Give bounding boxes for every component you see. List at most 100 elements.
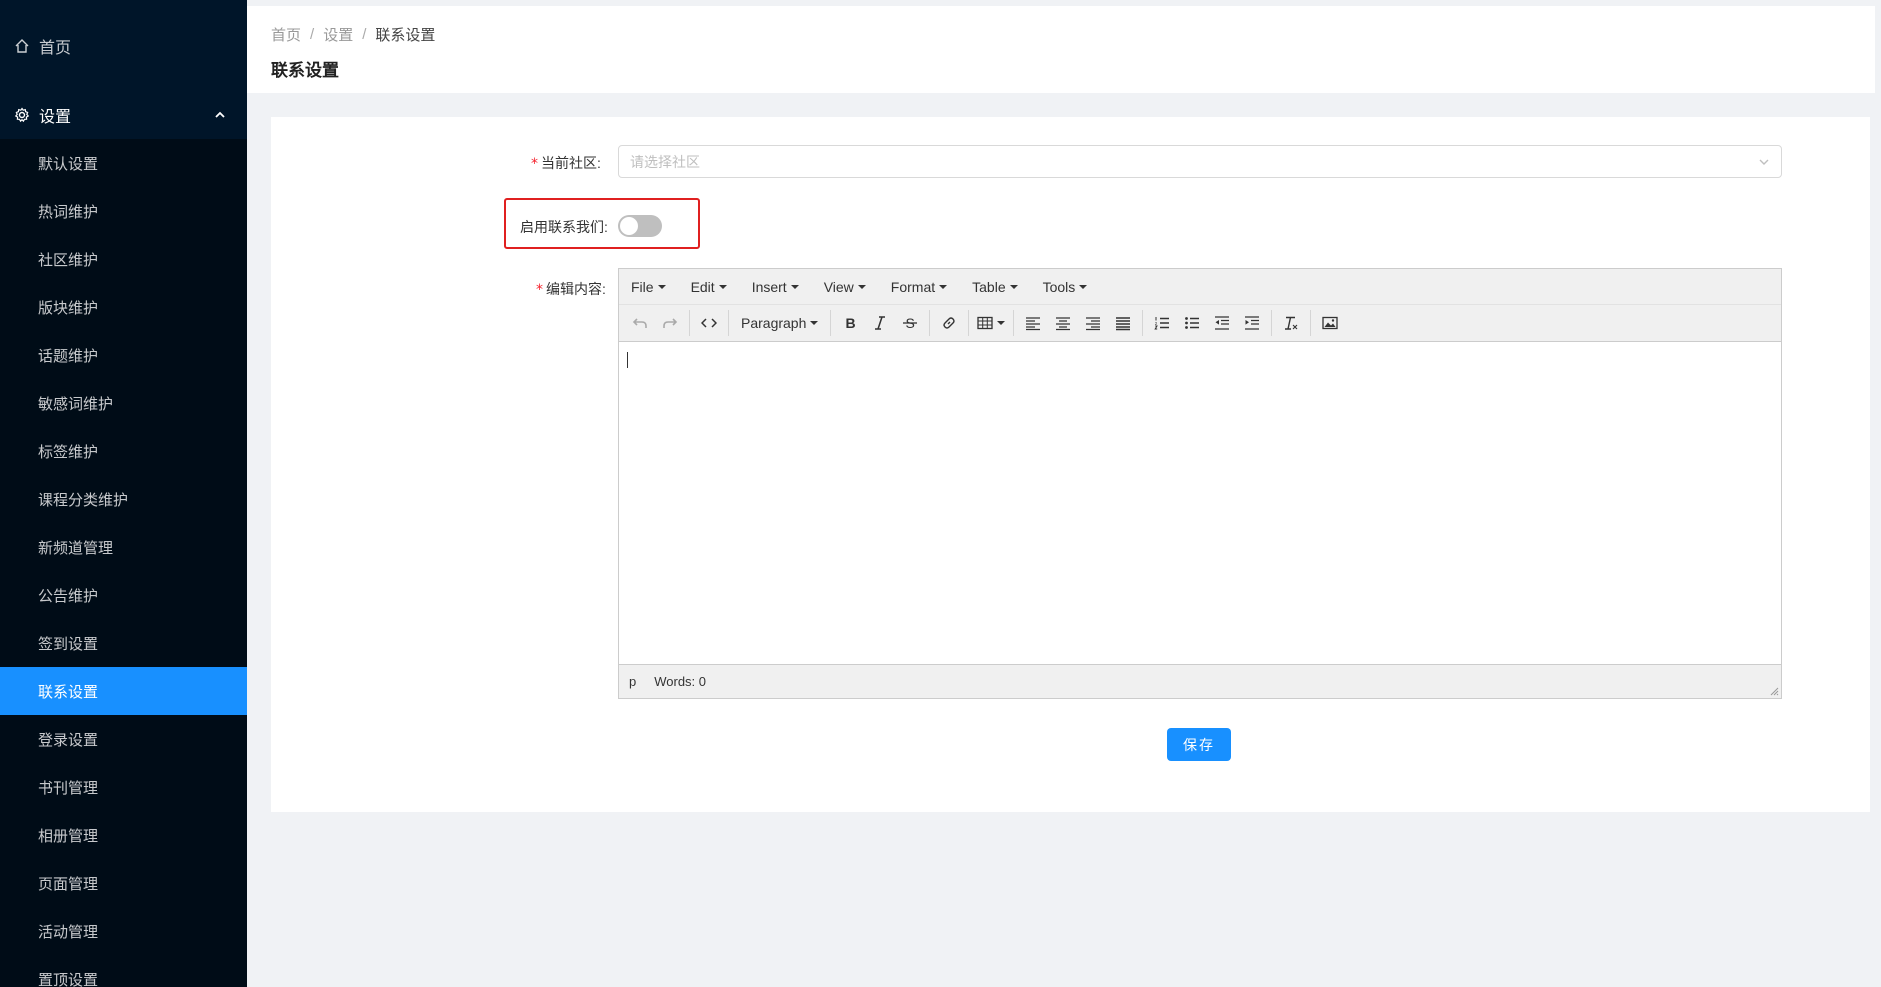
sidebar-item[interactable]: 页面管理 [0, 859, 247, 907]
sidebar-item-label: 标签维护 [38, 443, 99, 461]
sidebar-item[interactable]: 话题维护 [0, 331, 247, 379]
sidebar-item[interactable]: 社区维护 [0, 235, 247, 283]
sidebar-item-label: 活动管理 [38, 923, 99, 941]
sidebar-submenu: 默认设置热词维护社区维护 版块维护 话题维护敏感词维护标签维护课程分类维护新频道管理… [0, 139, 247, 987]
strikethrough-button[interactable]: S [895, 309, 925, 337]
editor-menu-table[interactable]: Table [964, 278, 1018, 295]
breadcrumb-home[interactable]: 首页 [271, 24, 301, 45]
editor-menu-tools[interactable]: Tools [1035, 279, 1088, 295]
sidebar-item[interactable]: 书刊管理 [0, 763, 247, 811]
clear-format-button[interactable] [1276, 309, 1306, 337]
toolbar-separator [1013, 310, 1015, 336]
switch-knob [620, 217, 638, 235]
table-icon [977, 316, 994, 330]
editor-menubar: File Edit Insert View Format Table Tools [619, 269, 1781, 305]
align-justify-button[interactable] [1108, 309, 1138, 337]
breadcrumb: 首页 / 设置 / 联系设置 [271, 24, 435, 45]
align-center-button[interactable] [1048, 309, 1078, 337]
align-center-icon [1056, 317, 1071, 331]
save-button[interactable]: 保存 [1167, 728, 1231, 761]
sidebar-item[interactable]: 新频道管理 [0, 523, 247, 571]
sidebar: 首页 设置 默认设置热词维护社区维护 版块维护 话题维护敏感词维护标签维护课程分类维… [0, 0, 247, 987]
toolbar-separator [689, 310, 690, 336]
resize-handle-icon[interactable] [1769, 686, 1779, 696]
rich-text-editor: File Edit Insert View Format Table Tools Parag… [618, 268, 1782, 699]
align-right-button[interactable] [1078, 309, 1108, 337]
sidebar-item[interactable]: 置顶设置 [0, 955, 247, 987]
sidebar-item[interactable]: 活动管理 [0, 907, 247, 955]
sidebar-item[interactable]: 联系设置 [0, 667, 247, 715]
editor-menu-insert[interactable]: Insert [744, 279, 799, 295]
required-mark: * [531, 156, 538, 172]
sidebar-item[interactable]: 标签维护 [0, 427, 247, 475]
source-code-button[interactable] [694, 309, 724, 337]
community-label: * 当前社区: [531, 155, 601, 172]
sidebar-item-label: 默认设置 [38, 155, 99, 173]
sidebar-item[interactable]: 相册管理 [0, 811, 247, 859]
chevron-up-icon [215, 111, 225, 118]
numbered-list-button[interactable]: 2 [1147, 309, 1177, 337]
caret-down-icon [790, 284, 799, 289]
caret-down-icon [718, 284, 727, 289]
outdent-icon [1215, 316, 1230, 330]
page-scroll-edge [1875, 0, 1881, 987]
link-icon [943, 317, 956, 329]
sidebar-item-label: 热词维护 [38, 203, 99, 221]
block-format-label: Paragraph [741, 315, 807, 331]
image-icon [1322, 316, 1339, 330]
redo-button[interactable] [655, 309, 685, 337]
undo-button[interactable] [625, 309, 655, 337]
toolbar-separator [830, 310, 832, 336]
editor-content-area[interactable] [619, 342, 1781, 664]
italic-button[interactable] [865, 309, 895, 337]
caret-down-icon [657, 284, 666, 289]
code-icon [701, 318, 717, 328]
sidebar-item[interactable]: 热词维护 [0, 187, 247, 235]
bold-button[interactable]: B [835, 309, 865, 337]
sidebar-item[interactable]: 登录设置 [0, 715, 247, 763]
align-left-button[interactable] [1018, 309, 1048, 337]
chevron-down-icon [1759, 159, 1769, 165]
caret-down-icon [1079, 284, 1088, 289]
editor-menu-label: Tools [1042, 278, 1076, 295]
editor-menu-edit[interactable]: Edit [683, 279, 727, 295]
sidebar-group-settings[interactable]: 设置 [0, 91, 247, 139]
enable-contact-switch[interactable] [618, 215, 662, 237]
sidebar-item-home[interactable]: 首页 [0, 0, 247, 91]
numbered-list-icon: 2 [1154, 317, 1170, 330]
editor-menu-label: View [823, 278, 854, 295]
sidebar-item[interactable]: 版块维护 [0, 283, 247, 331]
link-button[interactable] [934, 309, 964, 337]
sidebar-item-label: 页面管理 [38, 875, 99, 893]
sidebar-item-label: 课程分类维护 [38, 491, 129, 509]
toolbar-separator [929, 310, 931, 336]
sidebar-item[interactable]: 签到设置 [0, 619, 247, 667]
sidebar-item[interactable]: 公告维护 [0, 571, 247, 619]
sidebar-item-label: 敏感词维护 [38, 395, 114, 413]
community-select[interactable]: 请选择社区 [618, 145, 1782, 178]
editor-menu-label: Table [972, 278, 1006, 295]
sidebar-item-label: 签到设置 [38, 635, 99, 653]
editor-menu-view[interactable]: View [816, 279, 866, 295]
editor-menu-format[interactable]: Format [883, 279, 948, 295]
page-header: 首页 / 设置 / 联系设置 联系设置 [247, 0, 1881, 93]
sidebar-item[interactable]: 敏感词维护 [0, 379, 247, 427]
outdent-button[interactable] [1207, 309, 1237, 337]
breadcrumb-parent[interactable]: 设置 [323, 24, 353, 45]
editor-statusbar: p Words: 0 [619, 664, 1781, 698]
element-path[interactable]: p [629, 674, 636, 689]
table-button[interactable] [973, 309, 1009, 337]
editor-menu-label: File [631, 278, 654, 295]
sidebar-item[interactable]: 默认设置 [0, 139, 247, 187]
sidebar-item-label: 相册管理 [38, 827, 99, 845]
bullet-list-button[interactable] [1177, 309, 1207, 337]
sidebar-item-label: 书刊管理 [38, 779, 99, 797]
toolbar-separator [1142, 310, 1144, 336]
sidebar-item[interactable]: 课程分类维护 [0, 475, 247, 523]
editor-menu-file[interactable]: File [623, 279, 666, 295]
content-label: * 编辑内容: [536, 281, 606, 298]
toolbar-separator [1310, 310, 1312, 336]
insert-image-button[interactable] [1315, 309, 1345, 337]
indent-button[interactable] [1237, 309, 1267, 337]
block-format-dropdown[interactable]: Paragraph [733, 309, 826, 337]
